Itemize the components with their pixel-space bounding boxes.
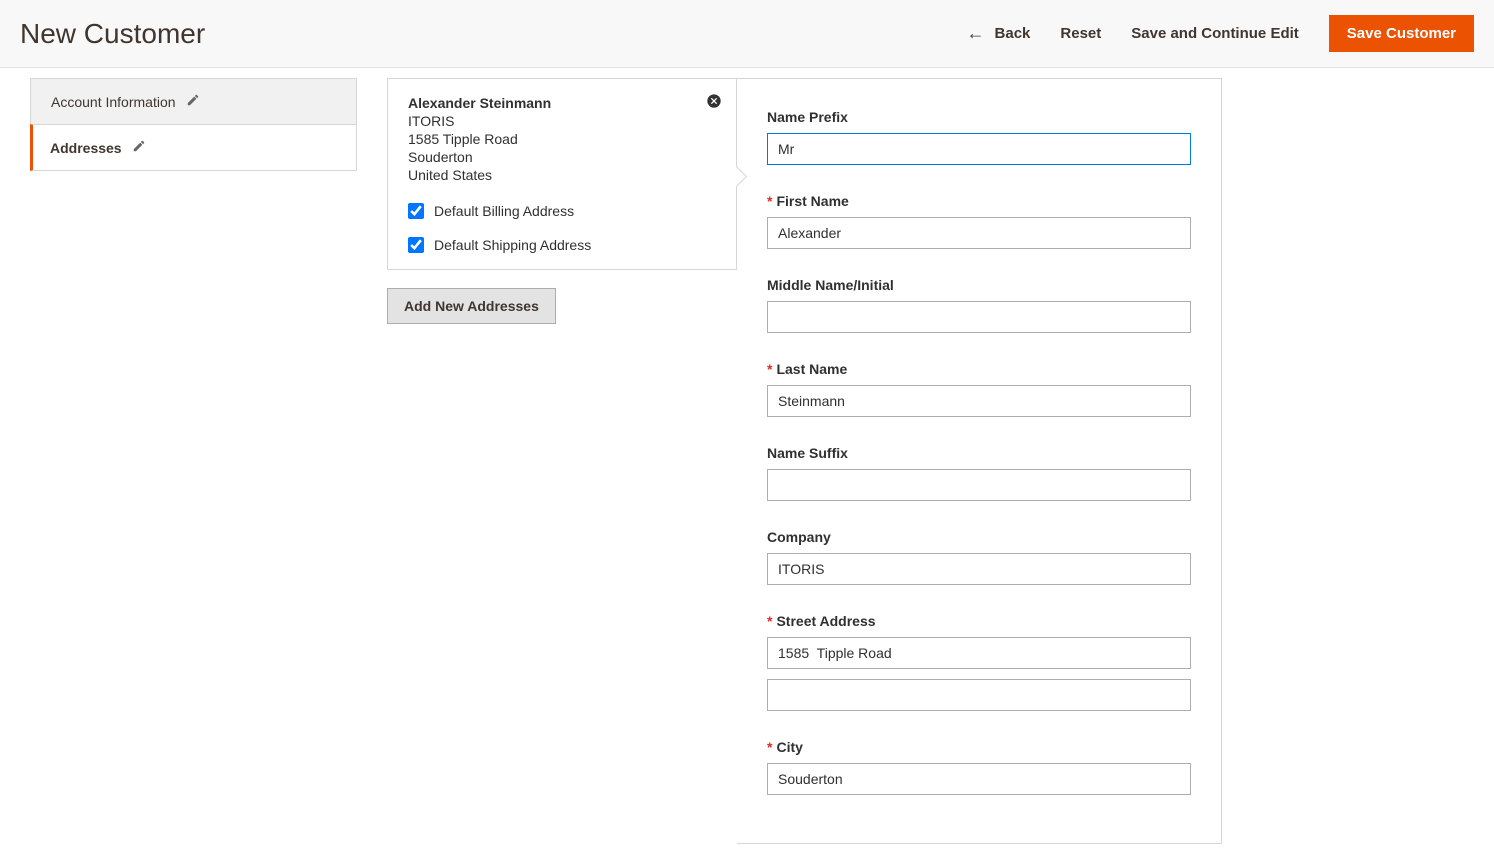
- name-suffix-group: Name Suffix: [767, 445, 1191, 501]
- reset-button[interactable]: Reset: [1060, 25, 1101, 42]
- name-prefix-group: Name Prefix: [767, 109, 1191, 165]
- address-card-street: 1585 Tipple Road: [408, 131, 716, 147]
- street-label: *Street Address: [767, 613, 1191, 629]
- reset-label: Reset: [1060, 25, 1101, 42]
- header-actions: ← Back Reset Save and Continue Edit Save…: [967, 15, 1474, 52]
- add-new-addresses-button[interactable]: Add New Addresses: [387, 288, 556, 324]
- sidebar: Account Information Addresses: [30, 78, 357, 844]
- street-input-1[interactable]: [767, 637, 1191, 669]
- sidebar-item-label: Addresses: [50, 140, 122, 156]
- city-group: *City: [767, 739, 1191, 795]
- middle-name-input[interactable]: [767, 301, 1191, 333]
- default-shipping-label[interactable]: Default Shipping Address: [434, 237, 591, 253]
- last-name-group: *Last Name: [767, 361, 1191, 417]
- sidebar-item-account-information[interactable]: Account Information: [30, 78, 357, 124]
- pencil-icon: [132, 139, 146, 156]
- first-name-input[interactable]: [767, 217, 1191, 249]
- middle-name-group: Middle Name/Initial: [767, 277, 1191, 333]
- page-title: New Customer: [20, 18, 205, 50]
- name-suffix-input[interactable]: [767, 469, 1191, 501]
- close-icon[interactable]: [706, 93, 722, 112]
- back-button[interactable]: ← Back: [967, 23, 1031, 44]
- default-shipping-checkbox[interactable]: [408, 237, 424, 253]
- sidebar-item-label: Account Information: [51, 94, 176, 110]
- name-suffix-label: Name Suffix: [767, 445, 1191, 461]
- pencil-icon: [186, 93, 200, 110]
- name-prefix-label: Name Prefix: [767, 109, 1191, 125]
- address-form-panel: Name Prefix *First Name Middle Name/Init…: [737, 78, 1222, 844]
- address-card-name: Alexander Steinmann: [408, 95, 716, 111]
- content: Account Information Addresses Alexander …: [0, 68, 1494, 844]
- company-label: Company: [767, 529, 1191, 545]
- street-group: *Street Address: [767, 613, 1191, 711]
- middle-name-label: Middle Name/Initial: [767, 277, 1191, 293]
- city-input[interactable]: [767, 763, 1191, 795]
- address-card-city: Souderton: [408, 149, 716, 165]
- default-billing-label[interactable]: Default Billing Address: [434, 203, 574, 219]
- company-input[interactable]: [767, 553, 1191, 585]
- save-customer-button[interactable]: Save Customer: [1329, 15, 1474, 52]
- sidebar-item-addresses[interactable]: Addresses: [30, 124, 357, 171]
- address-summary-column: Alexander Steinmann ITORIS 1585 Tipple R…: [387, 78, 737, 844]
- save-continue-label: Save and Continue Edit: [1131, 25, 1299, 42]
- save-continue-button[interactable]: Save and Continue Edit: [1131, 25, 1299, 42]
- default-shipping-row: Default Shipping Address: [408, 237, 716, 253]
- default-billing-row: Default Billing Address: [408, 203, 716, 219]
- arrow-left-icon: ←: [967, 23, 985, 44]
- page-header: New Customer ← Back Reset Save and Conti…: [0, 0, 1494, 68]
- name-prefix-input[interactable]: [767, 133, 1191, 165]
- first-name-group: *First Name: [767, 193, 1191, 249]
- city-label: *City: [767, 739, 1191, 755]
- back-label: Back: [995, 25, 1031, 42]
- address-card[interactable]: Alexander Steinmann ITORIS 1585 Tipple R…: [387, 78, 737, 270]
- address-card-company: ITORIS: [408, 113, 716, 129]
- address-card-country: United States: [408, 167, 716, 183]
- default-billing-checkbox[interactable]: [408, 203, 424, 219]
- main-area: Alexander Steinmann ITORIS 1585 Tipple R…: [387, 78, 1222, 844]
- street-input-2[interactable]: [767, 679, 1191, 711]
- last-name-label: *Last Name: [767, 361, 1191, 377]
- last-name-input[interactable]: [767, 385, 1191, 417]
- company-group: Company: [767, 529, 1191, 585]
- first-name-label: *First Name: [767, 193, 1191, 209]
